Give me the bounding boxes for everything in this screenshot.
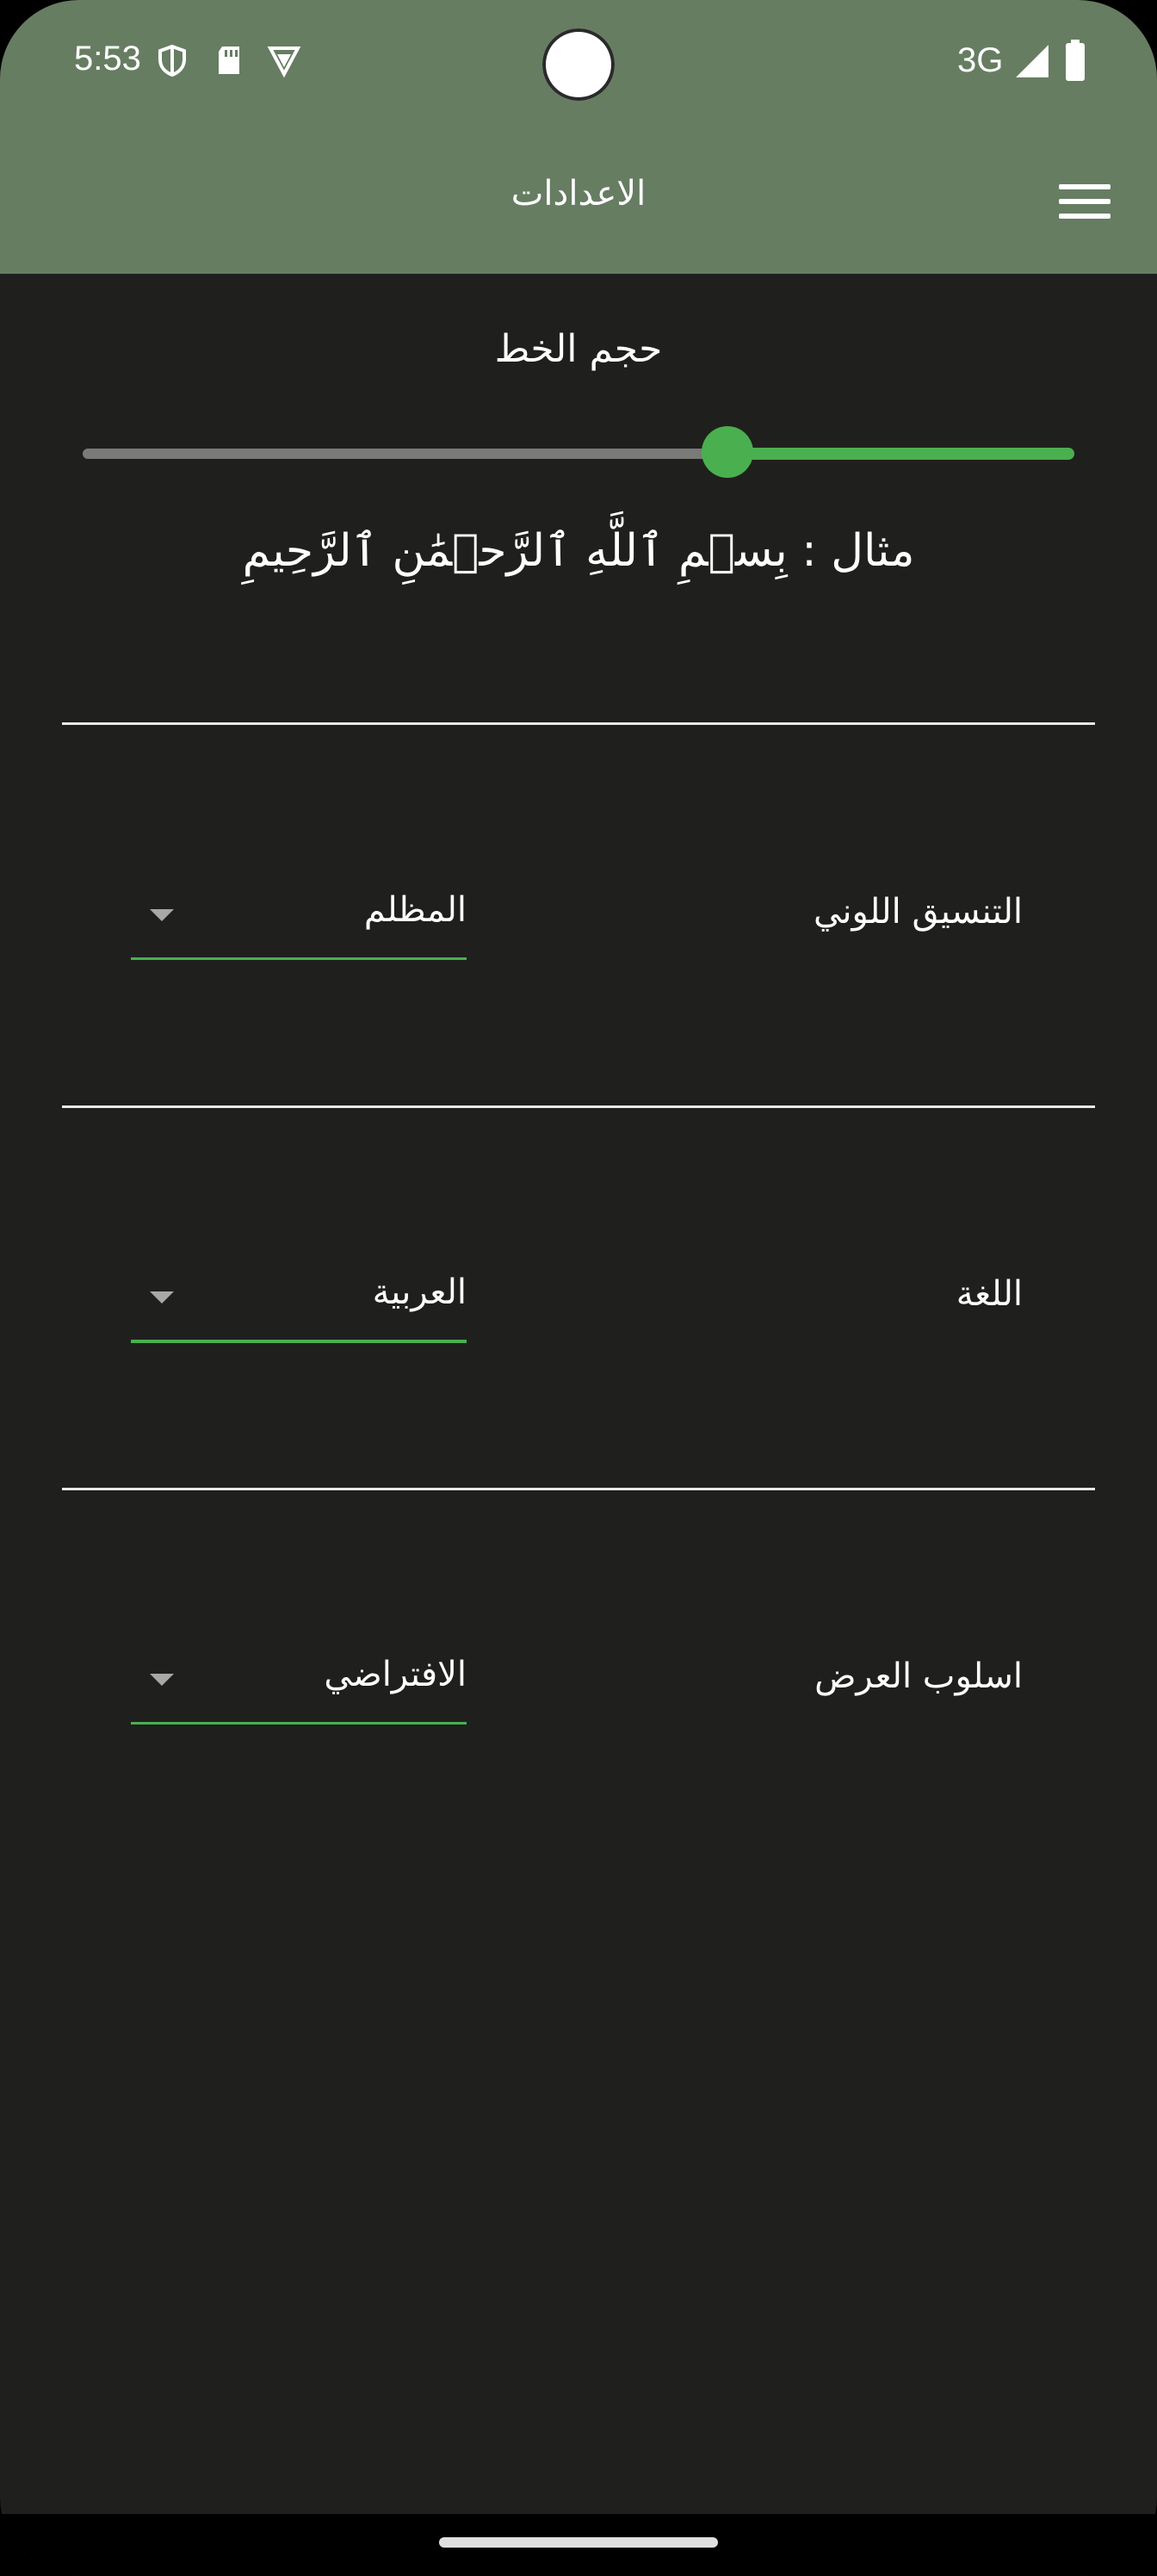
sd-card-icon bbox=[219, 46, 239, 74]
display-style-dropdown[interactable]: الافتراضي bbox=[131, 1655, 467, 1725]
dropdown-arrow-icon bbox=[150, 1674, 174, 1686]
shield-icon bbox=[158, 44, 186, 77]
slider-track-active bbox=[727, 448, 1074, 460]
color-theme-label: التنسيق اللوني bbox=[814, 892, 1023, 932]
font-example-text: مثال : بِسۡمِ ٱللَّهِ ٱلرَّحۡمَٰنِ ٱلرَّ… bbox=[242, 525, 915, 577]
page-title: الاعدادات bbox=[510, 174, 647, 214]
slider-thumb[interactable] bbox=[702, 426, 753, 478]
dropdown-arrow-icon bbox=[150, 909, 174, 921]
dropdown-underline bbox=[131, 1340, 467, 1343]
language-value: العربية bbox=[372, 1273, 467, 1312]
display-style-value: الافتراضي bbox=[324, 1655, 467, 1694]
divider bbox=[62, 722, 1095, 725]
language-dropdown[interactable]: العربية bbox=[131, 1273, 467, 1343]
settings-screen: 5:53 3G الاعدادات حجم الخط مثال: بِسۡمِ… bbox=[0, 0, 1157, 2576]
slider-track-inactive bbox=[83, 449, 727, 459]
home-gesture-handle[interactable] bbox=[439, 2537, 718, 2548]
language-label: اللغة bbox=[956, 1274, 1023, 1314]
network-type: 3G bbox=[957, 41, 1004, 79]
front-camera bbox=[542, 28, 615, 101]
dropdown-underline bbox=[131, 1722, 467, 1725]
display-style-label: اسلوب العرض bbox=[814, 1656, 1023, 1696]
dropdown-underline bbox=[131, 957, 467, 960]
status-time: 5:53 bbox=[74, 40, 141, 77]
battery-icon bbox=[1066, 40, 1085, 81]
hamburger-menu-icon[interactable] bbox=[1059, 184, 1111, 222]
font-size-title: حجم الخط bbox=[494, 327, 663, 371]
color-theme-dropdown[interactable]: المظلم bbox=[131, 890, 467, 960]
divider bbox=[62, 1488, 1095, 1490]
divider bbox=[62, 1105, 1095, 1108]
vpn-icon bbox=[267, 46, 301, 77]
dropdown-arrow-icon bbox=[150, 1291, 174, 1303]
color-theme-value: المظلم bbox=[363, 890, 467, 930]
signal-icon bbox=[1016, 45, 1049, 77]
font-size-slider[interactable] bbox=[83, 426, 1074, 478]
